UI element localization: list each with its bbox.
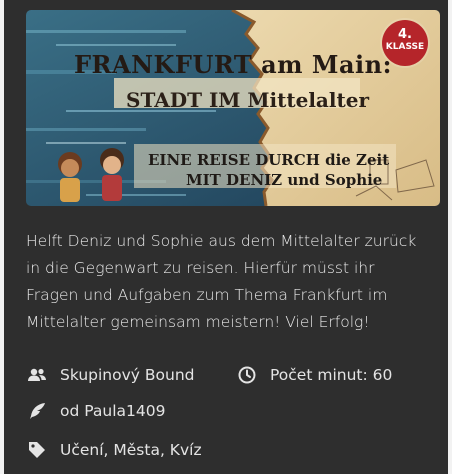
meta-tags: Učení, Města, Kvíz [26,441,202,459]
banner-subtitle: STADT IM Mittelalter [126,88,369,112]
game-description: Helft Deniz und Sophie aus dem Mittelalt… [26,232,417,331]
game-card[interactable]: FRANKFURT am Main: STADT IM Mittelalter … [4,0,448,474]
tag-icon [26,441,48,459]
meta-type-label: Skupinový Bound [60,366,195,384]
badge-number: 4. [398,27,412,42]
banner-tagline-1: EINE REISE DURCH die Zeit [148,151,390,169]
banner-tagline-2: MIT DENIZ und Sophie [186,171,383,189]
meta-time: Počet minut: 60 [236,366,392,384]
grade-badge: 4. KLASSE [382,20,428,66]
badge-label: KLASSE [385,42,425,52]
clock-icon [236,366,258,384]
meta-tags-label[interactable]: Učení, Města, Kvíz [60,441,202,459]
users-icon [26,366,48,384]
banner-image[interactable]: FRANKFURT am Main: STADT IM Mittelalter … [26,10,440,206]
banner-title: FRANKFURT am Main: [74,50,392,79]
meta-time-label: Počet minut: 60 [270,366,393,384]
quill-icon [26,402,48,420]
meta-author: od Paula1409 [26,402,165,420]
meta-author-label[interactable]: od Paula1409 [60,402,165,420]
meta-type: Skupinový Bound [26,366,195,384]
